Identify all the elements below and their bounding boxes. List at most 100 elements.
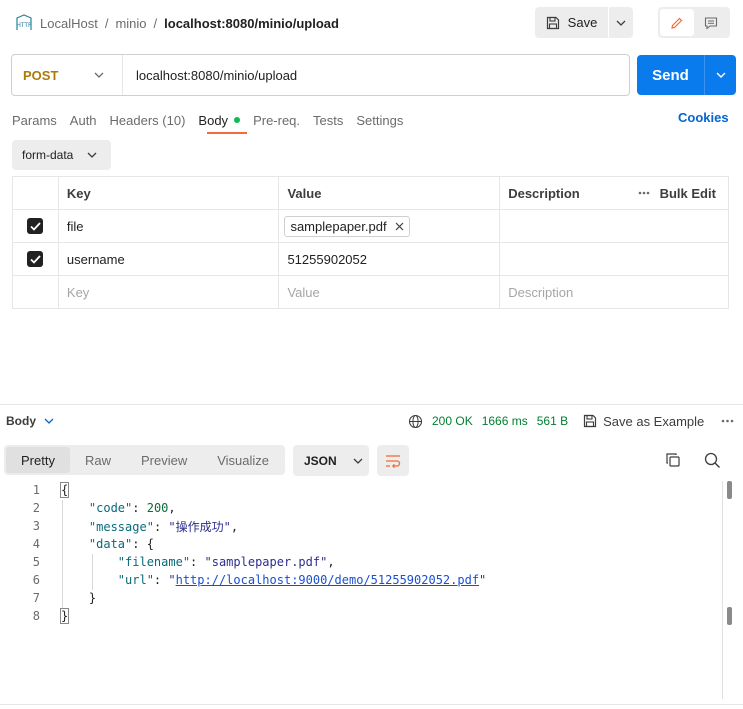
tab-pre-request[interactable]: Pre-req. xyxy=(253,110,300,130)
comment-icon xyxy=(704,16,718,30)
view-mode-toggle xyxy=(658,7,730,38)
pencil-icon xyxy=(670,16,684,30)
code-line: 2 "code": 200, xyxy=(0,499,722,517)
form-data-table: Key Value Description Bulk Edit file sam… xyxy=(12,176,729,309)
more-options-icon[interactable] xyxy=(721,419,734,423)
row-checkbox[interactable] xyxy=(27,218,44,234)
tab-tests[interactable]: Tests xyxy=(313,110,343,130)
code-text: "filename": "samplepaper.pdf", xyxy=(117,555,335,569)
tab-body[interactable]: Body xyxy=(198,110,241,130)
code-line: 1 { xyxy=(0,481,722,499)
response-divider xyxy=(0,404,743,405)
format-select[interactable]: JSON xyxy=(293,445,369,476)
comments-button[interactable] xyxy=(694,9,728,36)
body-indicator-dot xyxy=(234,117,241,123)
code-line: 6 "url": "http://localhost:9000/demo/512… xyxy=(0,571,722,589)
code-line: 5 "filename": "samplepaper.pdf", xyxy=(0,553,722,571)
row-checkbox[interactable] xyxy=(27,251,44,267)
code-text: } xyxy=(60,608,70,624)
scrollbar-track[interactable] xyxy=(722,481,723,699)
view-tab-raw[interactable]: Raw xyxy=(70,447,126,473)
code-text: } xyxy=(88,591,97,605)
table-header-checkbox-cell xyxy=(12,176,59,210)
tab-headers[interactable]: Headers (10) xyxy=(110,110,186,130)
save-as-example-button[interactable]: Save as Example xyxy=(583,414,704,429)
code-text: "data": { xyxy=(88,537,154,551)
breadcrumb-item-localhost[interactable]: LocalHost xyxy=(40,16,98,31)
globe-icon[interactable] xyxy=(408,414,423,429)
cookies-link[interactable]: Cookies xyxy=(678,110,729,125)
response-url-link[interactable]: http://localhost:9000/demo/51255902052.p… xyxy=(176,573,479,587)
scrollbar-marker xyxy=(727,481,732,499)
view-tab-pretty[interactable]: Pretty xyxy=(6,447,70,473)
response-view-tabs: Pretty Raw Preview Visualize xyxy=(4,445,285,475)
indent-guide xyxy=(62,500,63,608)
method-select[interactable]: POST xyxy=(12,55,123,95)
row-description[interactable] xyxy=(499,242,729,276)
line-number: 2 xyxy=(32,501,40,515)
file-name: samplepaper.pdf xyxy=(290,218,387,234)
edit-mode-button[interactable] xyxy=(660,9,694,36)
more-options-icon[interactable] xyxy=(638,191,650,195)
save-options-button[interactable] xyxy=(609,7,633,38)
row-key[interactable]: file xyxy=(57,209,280,243)
close-icon[interactable] xyxy=(395,222,404,231)
scrollbar-marker xyxy=(727,607,732,625)
chevron-down-icon xyxy=(716,72,726,78)
code-text: "url": "http://localhost:9000/demo/51255… xyxy=(117,573,487,587)
column-header-value: Value xyxy=(278,176,501,210)
save-icon xyxy=(546,16,560,30)
save-button[interactable]: Save xyxy=(535,7,608,38)
table-row: username 51255902052 xyxy=(12,242,729,276)
row-description[interactable] xyxy=(499,209,729,243)
code-text: { xyxy=(60,482,70,498)
bottom-divider xyxy=(0,704,743,705)
table-row: file samplepaper.pdf xyxy=(12,209,729,243)
body-type-label: form-data xyxy=(22,148,74,162)
row-key[interactable]: username xyxy=(57,242,280,276)
bulk-edit-link[interactable]: Bulk Edit xyxy=(660,186,716,201)
status-code[interactable]: 200 OK xyxy=(432,414,473,428)
response-body-select[interactable]: Body xyxy=(6,413,54,429)
view-tab-preview[interactable]: Preview xyxy=(126,447,202,473)
line-number: 3 xyxy=(32,519,40,533)
view-tab-visualize[interactable]: Visualize xyxy=(202,447,284,473)
key-placeholder[interactable]: Key xyxy=(57,275,280,309)
breadcrumb-separator: / xyxy=(153,15,158,31)
wrap-lines-button[interactable] xyxy=(377,445,409,476)
response-code-viewer[interactable]: 1 { 2 "code": 200, 3 "message": "操作成功", … xyxy=(0,481,722,625)
bulk-edit-cell: Bulk Edit xyxy=(629,176,729,210)
line-number: 7 xyxy=(32,591,40,605)
line-number: 5 xyxy=(32,555,40,569)
code-text: "code": 200, xyxy=(88,501,176,515)
value-placeholder[interactable]: Value xyxy=(278,275,501,309)
tab-auth[interactable]: Auth xyxy=(70,110,97,130)
response-time[interactable]: 1666 ms xyxy=(482,414,528,428)
breadcrumb: HTTP LocalHost / minio / localhost:8080/… xyxy=(14,12,339,34)
search-icon[interactable] xyxy=(704,452,721,469)
row-checkbox-cell xyxy=(12,275,59,309)
format-label: JSON xyxy=(304,453,337,468)
breadcrumb-separator: / xyxy=(104,15,109,31)
save-label: Save xyxy=(567,15,598,30)
url-input[interactable]: localhost:8080/minio/upload xyxy=(123,68,297,83)
response-body-label: Body xyxy=(6,414,36,428)
save-group: Save xyxy=(535,7,633,38)
copy-icon[interactable] xyxy=(665,452,681,468)
save-as-example-label: Save as Example xyxy=(603,413,705,429)
response-size[interactable]: 561 B xyxy=(537,414,568,428)
tab-settings[interactable]: Settings xyxy=(356,110,403,130)
breadcrumb-current: localhost:8080/minio/upload xyxy=(164,15,339,31)
row-value[interactable]: samplepaper.pdf xyxy=(278,209,501,243)
description-placeholder[interactable]: Description xyxy=(499,275,729,309)
send-button[interactable]: Send xyxy=(637,55,704,95)
save-icon xyxy=(583,414,597,428)
tab-params[interactable]: Params xyxy=(12,110,57,130)
row-value[interactable]: 51255902052 xyxy=(278,242,501,276)
body-type-select[interactable]: form-data xyxy=(12,140,111,170)
row-checkbox-cell xyxy=(12,209,59,243)
chevron-down-icon xyxy=(616,20,626,26)
send-options-button[interactable] xyxy=(704,55,736,95)
chevron-down-icon xyxy=(94,72,104,78)
breadcrumb-item-minio[interactable]: minio xyxy=(115,16,146,31)
